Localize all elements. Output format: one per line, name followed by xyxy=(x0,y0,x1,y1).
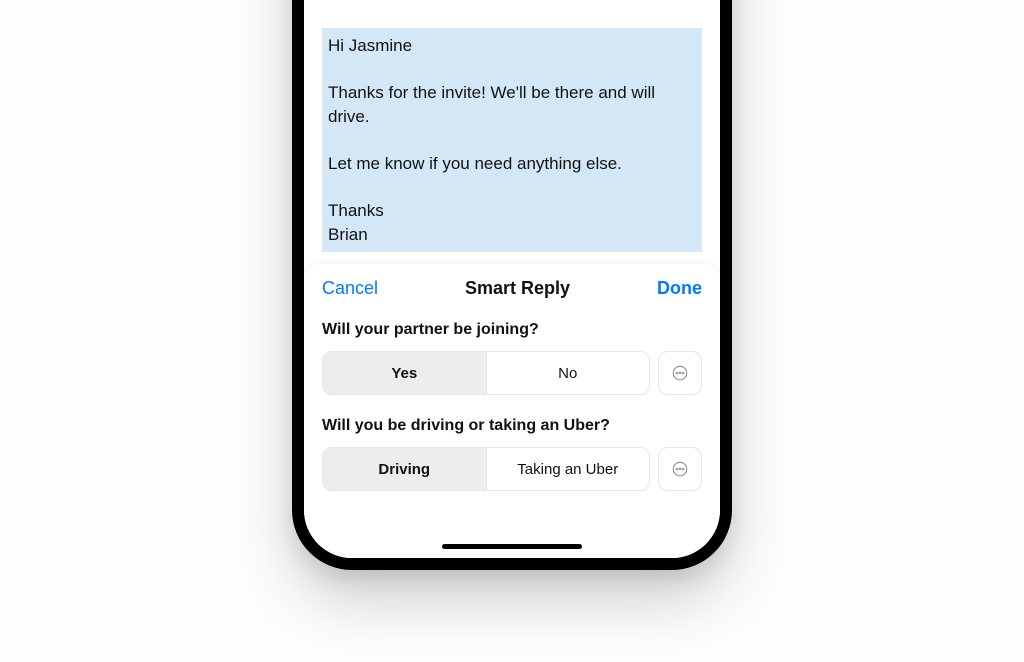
question-2-more-button[interactable] xyxy=(658,447,702,491)
question-2-text: Will you be driving or taking an Uber? xyxy=(322,417,702,435)
email-sender-name: Brian xyxy=(328,223,372,248)
home-indicator[interactable] xyxy=(442,544,582,549)
ellipsis-circle-icon xyxy=(671,460,689,478)
email-body-area: Hi Jasmine Thanks for the invite! We'll … xyxy=(304,0,720,264)
question-2-options: Driving Taking an Uber xyxy=(322,447,650,491)
question-block-1: Will your partner be joining? Yes No xyxy=(322,321,702,395)
sheet-header: Cancel Smart Reply Done xyxy=(322,278,702,299)
question-1-text: Will your partner be joining? xyxy=(322,321,702,339)
phone-screen: Hi Jasmine Thanks for the invite! We'll … xyxy=(304,0,720,558)
question-1-option-yes[interactable]: Yes xyxy=(323,352,486,394)
email-signoff: Thanks xyxy=(328,199,696,224)
cancel-button[interactable]: Cancel xyxy=(322,278,378,299)
ellipsis-circle-icon xyxy=(671,364,689,382)
email-body-line-1: Thanks for the invite! We'll be there an… xyxy=(328,81,696,130)
question-1-more-button[interactable] xyxy=(658,351,702,395)
email-draft-highlight[interactable]: Hi Jasmine Thanks for the invite! We'll … xyxy=(322,28,702,252)
question-2-option-uber[interactable]: Taking an Uber xyxy=(486,448,650,490)
question-1-option-no[interactable]: No xyxy=(486,352,650,394)
smart-reply-sheet: Cancel Smart Reply Done Will your partne… xyxy=(304,264,720,558)
question-block-2: Will you be driving or taking an Uber? D… xyxy=(322,417,702,491)
phone-frame: Hi Jasmine Thanks for the invite! We'll … xyxy=(292,0,732,570)
email-body-line-2: Let me know if you need anything else. xyxy=(328,152,696,177)
sheet-title: Smart Reply xyxy=(465,278,570,299)
question-1-options: Yes No xyxy=(322,351,650,395)
done-button[interactable]: Done xyxy=(657,278,702,299)
question-2-option-driving[interactable]: Driving xyxy=(323,448,486,490)
email-greeting: Hi Jasmine xyxy=(328,34,696,59)
